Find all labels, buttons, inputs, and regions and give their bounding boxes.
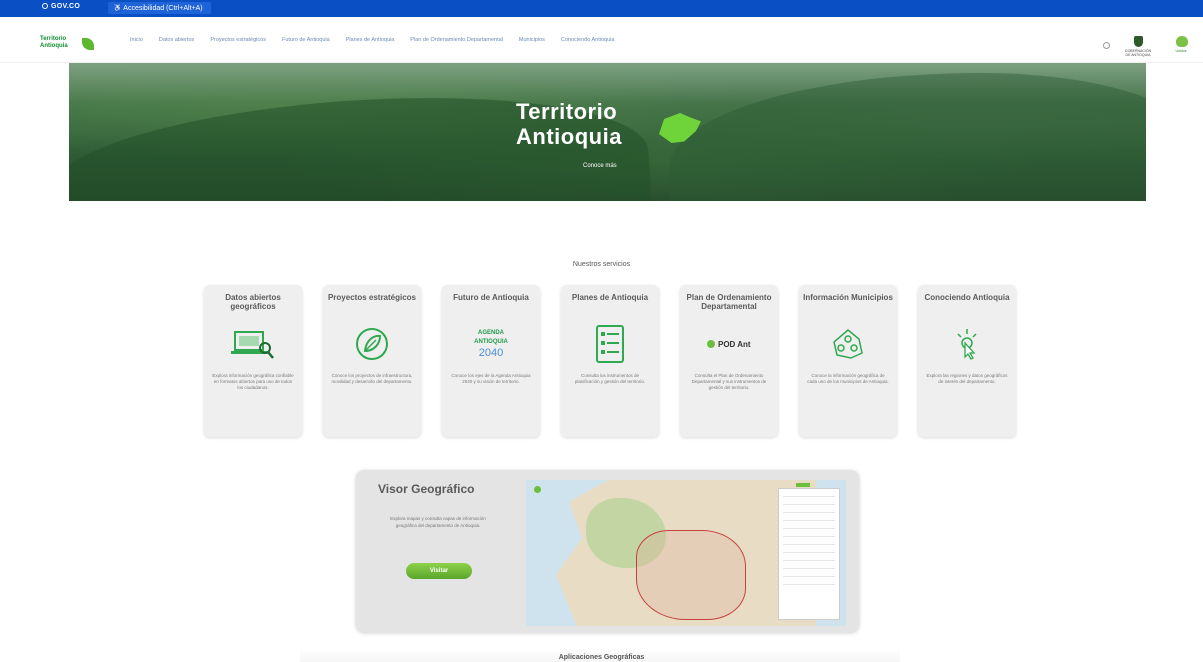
service-card-title: Información Municipios xyxy=(803,293,893,302)
unidos-leaf-icon xyxy=(1176,36,1188,47)
nav-item-2[interactable]: Proyectos estratégicos xyxy=(210,37,266,44)
service-card-description: Explora las regiones y datos geográficos… xyxy=(926,373,1008,384)
gobernacion-logo-text: GOBERNACIÓN DE ANTIOQUIA xyxy=(1124,49,1152,57)
svg-text:POD Ant: POD Ant xyxy=(718,340,751,349)
checklist-icon xyxy=(585,325,635,363)
agenda-2040-icon: AGENDA ANTIOQUIA 2040 xyxy=(466,326,516,362)
service-card-description: Conoce la información geográfica de cada… xyxy=(807,373,889,384)
gov-icon xyxy=(42,3,48,9)
nav-item-3[interactable]: Futuro de Antioquia xyxy=(282,37,330,44)
service-card[interactable]: Datos abiertos geográficos Explora inform… xyxy=(204,285,302,437)
municipalities-map-icon xyxy=(823,326,873,362)
svg-text:ANTIOQUIA: ANTIOQUIA xyxy=(474,339,508,345)
logo-line-1: Territorio xyxy=(40,36,67,42)
search-icon[interactable] xyxy=(1103,42,1110,49)
pointer-click-icon xyxy=(942,326,992,362)
nav-item-5[interactable]: Plan de Ordenamiento Departamental xyxy=(410,37,503,44)
service-card[interactable]: Proyectos estratégicos Conoce los proyect… xyxy=(323,285,421,437)
service-card[interactable]: Plan de Ordenamiento Departamental POD An… xyxy=(680,285,778,437)
shield-icon xyxy=(1134,36,1143,47)
service-card-title: Planes de Antioquia xyxy=(571,293,649,302)
map-department-boundary xyxy=(636,530,746,620)
service-card-description: Explora información geográfica confiable… xyxy=(212,373,294,390)
nav-item-7[interactable]: Conociendo Antioquia xyxy=(561,37,615,44)
service-card-title: Proyectos estratégicos xyxy=(327,293,417,302)
accessibility-button[interactable]: ♿ Accesibilidad (Ctrl+Alt+A) xyxy=(108,2,211,14)
nav-item-6[interactable]: Municipios xyxy=(519,37,545,44)
gov-co-link[interactable]: GOV.CO xyxy=(42,3,80,10)
leaf-circle-icon xyxy=(347,326,397,362)
nav-item-1[interactable]: Datos abiertos xyxy=(159,37,194,44)
nav-item-4[interactable]: Planes de Antioquia xyxy=(346,37,395,44)
visor-geografico-card: Visor Geográfico Explora mapas y consult… xyxy=(356,470,859,632)
service-card-title: Plan de Ordenamiento Departamental xyxy=(686,293,772,311)
services-cards: Datos abiertos geográficos Explora inform… xyxy=(204,285,1016,437)
service-card-description: Conoce los ejes de la Agenda Antioquia 2… xyxy=(451,373,531,384)
gov-label: GOV.CO xyxy=(51,3,81,10)
service-card-description: Consulta el Plan de Ordenamiento Departa… xyxy=(691,373,767,390)
service-card-title: Futuro de Antioquia xyxy=(453,293,529,302)
nav-menu: Inicio Datos abiertos Proyectos estratégic… xyxy=(130,37,630,44)
service-card[interactable]: Conociendo Antioquia Explora las regiones… xyxy=(918,285,1016,437)
apps-section-title: Aplicaciones Geográficas xyxy=(558,654,645,661)
logo-leaf-icon xyxy=(82,38,94,50)
hero-subtitle-link[interactable]: Conoce más xyxy=(583,163,617,169)
svg-text:AGENDA: AGENDA xyxy=(478,330,505,336)
service-card-description: Consulta los instrumentos de planificaci… xyxy=(574,373,646,384)
pod-logo-icon: POD Ant xyxy=(704,326,754,362)
visor-map-preview[interactable] xyxy=(526,480,846,626)
unidos-logo[interactable]: Unidos xyxy=(1170,36,1192,56)
map-panel-tab xyxy=(796,483,810,487)
service-card[interactable]: Planes de Antioquia Consulta los instrume… xyxy=(561,285,659,437)
visor-description: Explora mapas y consulta capas de inform… xyxy=(390,516,486,528)
service-card-title: Conociendo Antioquia xyxy=(924,293,1010,302)
accessibility-label: Accesibilidad (Ctrl+Alt+A) xyxy=(123,5,203,12)
main-navigation: Territorio Antioquia Inicio Datos abierto… xyxy=(0,17,1203,63)
logo-line-2: Antioquia xyxy=(40,43,68,49)
services-section-title: Nuestros servicios xyxy=(572,261,631,268)
visor-title: Visor Geográfico xyxy=(378,482,475,496)
service-card-title: Datos abiertos geográficos xyxy=(225,293,281,311)
service-card-description: Conoce los proyectos de infraestructura,… xyxy=(331,373,413,384)
map-zoom-icon xyxy=(534,486,541,493)
hero-banner: Territorio Antioquia Conoce más xyxy=(69,63,1146,201)
visor-visit-button[interactable]: Visitar xyxy=(406,563,472,579)
unidos-logo-text: Unidos xyxy=(1175,49,1187,53)
gobernacion-logo[interactable]: GOBERNACIÓN DE ANTIOQUIA xyxy=(1124,36,1152,57)
service-card[interactable]: Futuro de Antioquia AGENDA ANTIOQUIA 2040 Co… xyxy=(442,285,540,437)
service-card[interactable]: Información Municipios Conoce la informac… xyxy=(799,285,897,437)
laptop-search-icon xyxy=(228,326,278,362)
svg-text:2040: 2040 xyxy=(479,347,503,359)
nav-item-0[interactable]: Inicio xyxy=(130,37,143,44)
map-layers-panel xyxy=(778,488,840,620)
site-logo[interactable]: Territorio Antioquia xyxy=(40,36,94,56)
gov-top-bar: GOV.CO ♿ Accesibilidad (Ctrl+Alt+A) xyxy=(0,0,1203,17)
